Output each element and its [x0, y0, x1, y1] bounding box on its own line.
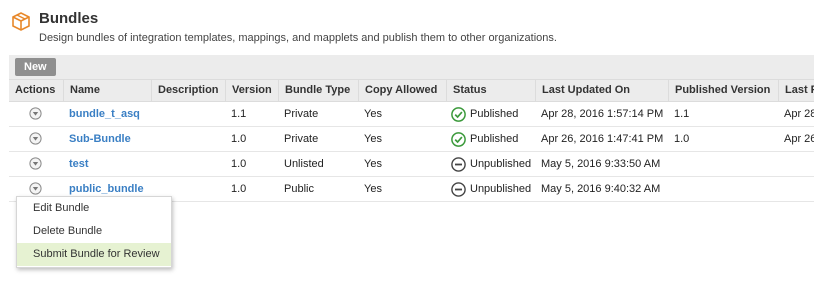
bundle-type: Private [284, 108, 319, 120]
new-button[interactable]: New [15, 58, 56, 76]
bundle-published-version: 1.0 [674, 133, 690, 145]
bundle-copy-allowed: Yes [364, 108, 382, 120]
bundle-published-version: 1.1 [674, 108, 690, 120]
actions-dropdown-icon[interactable] [29, 182, 42, 195]
bundle-type: Private [284, 133, 319, 145]
bundle-last-updated: May 5, 2016 9:40:32 AM [541, 183, 661, 195]
bundle-name-link[interactable]: bundle_t_asq [69, 102, 140, 126]
bundle-name-link[interactable]: test [69, 152, 89, 176]
bundle-name-link[interactable]: Sub-Bundle [69, 127, 131, 151]
status-label: Unpublished [470, 183, 532, 195]
column-header-bundle-type[interactable]: Bundle Type [278, 80, 350, 101]
column-header-actions[interactable]: Actions [15, 80, 55, 101]
column-header-published-version[interactable]: Published Version [668, 80, 770, 101]
toolbar: New [9, 55, 814, 79]
minus-circle-icon [451, 182, 466, 197]
column-header-name[interactable]: Name [63, 80, 100, 101]
column-header-copy-allowed[interactable]: Copy Allowed [358, 80, 437, 101]
bundle-status: Unpublished [451, 177, 535, 201]
column-header-status[interactable]: Status [446, 80, 487, 101]
bundle-status: Published [451, 102, 535, 126]
bundle-type: Public [284, 183, 314, 195]
page-subtitle: Design bundles of integration templates,… [39, 32, 557, 44]
actions-context-menu: Edit Bundle Delete Bundle Submit Bundle … [16, 196, 172, 268]
bundle-last-updated: Apr 28, 2016 1:57:14 PM [541, 108, 664, 120]
check-circle-icon [451, 132, 466, 147]
actions-dropdown-icon[interactable] [29, 132, 42, 145]
column-header-last-published[interactable]: Last P [778, 80, 814, 101]
table-header: Actions Name Description Version Bundle … [9, 79, 814, 102]
actions-dropdown-icon[interactable] [29, 157, 42, 170]
column-header-version[interactable]: Version [225, 80, 272, 101]
column-header-description[interactable]: Description [151, 80, 219, 101]
table-row: Sub-Bundle 1.0 Private Yes Published Apr… [9, 127, 814, 152]
bundle-copy-allowed: Yes [364, 133, 382, 145]
menu-item-edit-bundle[interactable]: Edit Bundle [17, 197, 171, 220]
bundle-version: 1.0 [231, 183, 247, 195]
status-label: Published [470, 133, 519, 145]
bundle-status: Unpublished [451, 152, 535, 176]
status-label: Published [470, 108, 519, 120]
menu-item-delete-bundle[interactable]: Delete Bundle [17, 220, 171, 243]
bundle-last-published: Apr 28 [784, 108, 814, 120]
check-circle-icon [451, 107, 466, 122]
bundle-last-published: Apr 26 [784, 133, 814, 145]
page-title: Bundles [39, 10, 99, 27]
bundle-version: 1.0 [231, 158, 247, 170]
column-header-last-updated[interactable]: Last Updated On [535, 80, 630, 101]
bundle-version: 1.1 [231, 108, 247, 120]
bundle-last-updated: May 5, 2016 9:33:50 AM [541, 158, 661, 170]
table-row: bundle_t_asq 1.1 Private Yes Published A… [9, 102, 814, 127]
bundle-copy-allowed: Yes [364, 158, 382, 170]
package-box-icon [12, 12, 30, 31]
menu-item-submit-for-review[interactable]: Submit Bundle for Review [17, 243, 171, 266]
status-label: Unpublished [470, 158, 532, 170]
bundle-copy-allowed: Yes [364, 183, 382, 195]
bundle-last-updated: Apr 26, 2016 1:47:41 PM [541, 133, 664, 145]
bundle-type: Unlisted [284, 158, 324, 170]
actions-dropdown-icon[interactable] [29, 107, 42, 120]
table-row: test 1.0 Unlisted Yes Unpublished May 5,… [9, 152, 814, 177]
minus-circle-icon [451, 157, 466, 172]
bundle-version: 1.0 [231, 133, 247, 145]
bundle-status: Published [451, 127, 535, 151]
